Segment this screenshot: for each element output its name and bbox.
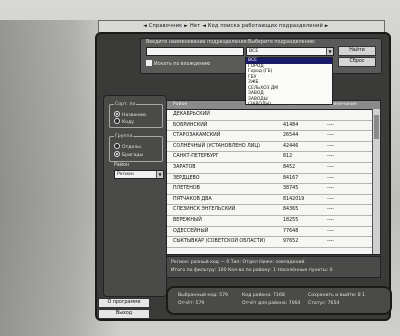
table-cell: ---- xyxy=(327,165,334,170)
info-panel: Регион: разный код — 0 Тип: Отдел Ниже: … xyxy=(166,256,381,278)
status-text: Отчёт: 579 xyxy=(178,301,205,306)
table-row[interactable]: ОДЕССЕЙНЫЙ 77648 ---- xyxy=(167,227,372,238)
sort-group-title: Сорт. по xyxy=(114,102,137,107)
table-cell: САНКТ-ПЕТЕРБУРГ xyxy=(173,154,219,160)
table-row[interactable]: СЫКТЫВКАР (СОВЕТСКОЙ ОБЛАСТИ) 97652 ---- xyxy=(167,237,372,248)
table-cell: 812 xyxy=(283,154,293,160)
table-row[interactable]: ВЕРЕЖНЫЙ 18255 ---- xyxy=(167,216,372,227)
subdivision-dropdown-list[interactable]: ВСЕ ГОРОД Город (ГБ) ГБУ ЗЖБ СЕЛЬХОЗ ДМ … xyxy=(245,57,333,108)
subdivision-select[interactable]: ВСЕ ▼ xyxy=(246,47,334,56)
radio-group-depts[interactable]: Отделы xyxy=(114,143,141,150)
radio-icon[interactable] xyxy=(114,111,120,117)
table-cell: БОБРИНСКИЙ xyxy=(173,122,208,128)
radio-icon[interactable] xyxy=(114,151,120,157)
table-cell: ДЕКАБРЬСКИЙ xyxy=(173,112,210,117)
table-cell: ПЯТЧАКОВ ДВА xyxy=(173,196,212,202)
dropdown-item[interactable]: (ЗАВОДЫ) xyxy=(246,102,332,108)
table-cell: ---- xyxy=(327,218,334,223)
group-group-title: Группа xyxy=(114,134,134,139)
table-cell: ---- xyxy=(327,196,334,202)
status-text: Статус: 7654 xyxy=(308,301,340,306)
table-cell: 8452 xyxy=(283,165,296,170)
clear-button[interactable]: Сброс xyxy=(338,57,376,67)
find-button[interactable]: Найти xyxy=(338,46,376,56)
radio-label: Коду xyxy=(122,120,134,125)
chevron-down-icon[interactable]: ▼ xyxy=(326,48,333,55)
status-text: Выбранный код: 579 xyxy=(178,293,228,298)
table-row[interactable]: БОБРИНСКИЙ 41484 ---- xyxy=(167,121,372,132)
region-select[interactable]: Регион ▼ xyxy=(114,170,164,179)
table-cell: 42446 xyxy=(283,143,299,149)
radio-icon[interactable] xyxy=(114,143,120,149)
table-cell: 8142019 xyxy=(283,196,305,202)
table-cell: 41484 xyxy=(283,122,299,128)
search-input[interactable] xyxy=(146,47,244,56)
table-row[interactable]: ПЯТЧАКОВ ДВА 8142019 ---- xyxy=(167,195,372,206)
checkbox-icon[interactable] xyxy=(146,60,152,66)
table-cell: ---- xyxy=(327,239,334,245)
table-cell: 26544 xyxy=(283,133,299,139)
table-cell: СЛЕЗИНСК ЭНГЕЛЬСКИЙ xyxy=(173,207,236,213)
table-row[interactable]: СЛЕЗИНСК ЭНГЕЛЬСКИЙ 84365 ---- xyxy=(167,205,372,216)
table-row[interactable]: ПЛЕТЕНОВ 38745 ---- xyxy=(167,184,372,195)
table-cell: ЗАРАТОВ xyxy=(173,165,196,170)
status-text: Код района: 7168 xyxy=(242,293,285,298)
table-cell: ЗЕРДЦЕВО xyxy=(173,175,200,181)
table-row[interactable]: СТАРОЗАКАМСКИЙ 26544 ---- xyxy=(167,131,372,142)
filter-label: Выберите подразделение: xyxy=(248,40,316,45)
table-cell: ---- xyxy=(327,186,334,192)
status-panel: Выбранный код: 579 Код района: 7168 Сохр… xyxy=(166,286,392,315)
vertical-scrollbar[interactable] xyxy=(372,109,380,254)
table-cell: ---- xyxy=(327,175,334,181)
search-label: Введите наименование подразделения: xyxy=(146,40,249,45)
table-cell: ---- xyxy=(327,228,334,234)
exit-button[interactable]: Выход xyxy=(98,309,150,319)
table-cell: ПЛЕТЕНОВ xyxy=(173,186,200,192)
table-cell: СТАРОЗАКАМСКИЙ xyxy=(173,133,221,139)
radio-label: Бригады xyxy=(122,153,144,158)
table-cell: 97652 xyxy=(283,239,299,245)
info-line: Итого по фильтру: 100 Кол-во по району: … xyxy=(171,268,333,273)
substring-checkbox-label: Искать по вхождению xyxy=(154,62,211,67)
scrollbar-thumb[interactable] xyxy=(374,115,379,139)
radio-label: Отделы xyxy=(122,145,141,150)
table-cell: ОДЕССЕЙНЫЙ xyxy=(173,228,209,234)
column-header[interactable]: Район xyxy=(173,102,187,107)
info-line: Регион: разный код — 0 Тип: Отдел Ниже: … xyxy=(171,260,305,265)
radio-group-teams[interactable]: Бригады xyxy=(114,151,143,158)
table-cell: ВЕРЕЖНЫЙ xyxy=(173,218,202,223)
table-row[interactable]: ЗАРАТОВ 8452 ---- xyxy=(167,163,372,174)
table-cell: 84365 xyxy=(283,207,299,213)
window-title: ◄ Справочник ► Нет ◄ Код поиска работающ… xyxy=(143,23,329,29)
table-cell: ---- xyxy=(327,143,334,149)
table-cell: ---- xyxy=(327,122,334,128)
table-row[interactable]: СОЛНЕЧНЫЙ (УСТАНОВЛЕНО ЛИЦ) 42446 ---- xyxy=(167,142,372,153)
data-table: Район Код Примечание ДЕКАБРЬСКИЙБОБРИНСК… xyxy=(166,100,381,255)
table-cell: СЫКТЫВКАР (СОВЕТСКОЙ ОБЛАСТИ) xyxy=(173,239,266,245)
table-row[interactable]: САНКТ-ПЕТЕРБУРГ 812 ---- xyxy=(167,152,372,163)
radio-sort-name[interactable]: Названию xyxy=(114,111,146,118)
about-button[interactable]: О программе xyxy=(98,298,150,308)
subdivision-select-value: ВСЕ xyxy=(249,49,259,54)
table-cell: 84167 xyxy=(283,175,299,181)
table-cell: СОЛНЕЧНЫЙ (УСТАНОВЛЕНО ЛИЦ) xyxy=(173,143,260,149)
status-text: Сохранить и выйти: 8 1 xyxy=(308,293,366,298)
status-text: Отчёт для района: 7064 xyxy=(242,301,301,306)
table-cell: ---- xyxy=(327,207,334,213)
region-select-label: Район xyxy=(114,163,130,168)
radio-icon[interactable] xyxy=(114,118,120,124)
table-cell: 38745 xyxy=(283,186,299,192)
substring-checkbox[interactable]: Искать по вхождению xyxy=(146,60,210,67)
table-cell: 18255 xyxy=(283,218,299,223)
table-cell: ---- xyxy=(327,133,334,139)
radio-sort-code[interactable]: Коду xyxy=(114,118,134,125)
table-row[interactable]: ЗЕРДЦЕВО 84167 ---- xyxy=(167,174,372,185)
table-row[interactable]: ДЕКАБРЬСКИЙ xyxy=(167,110,372,121)
chevron-down-icon[interactable]: ▼ xyxy=(156,171,163,178)
region-select-value: Регион xyxy=(117,172,134,177)
table-cell: ---- xyxy=(327,154,334,160)
table-cell: 77648 xyxy=(283,228,299,234)
